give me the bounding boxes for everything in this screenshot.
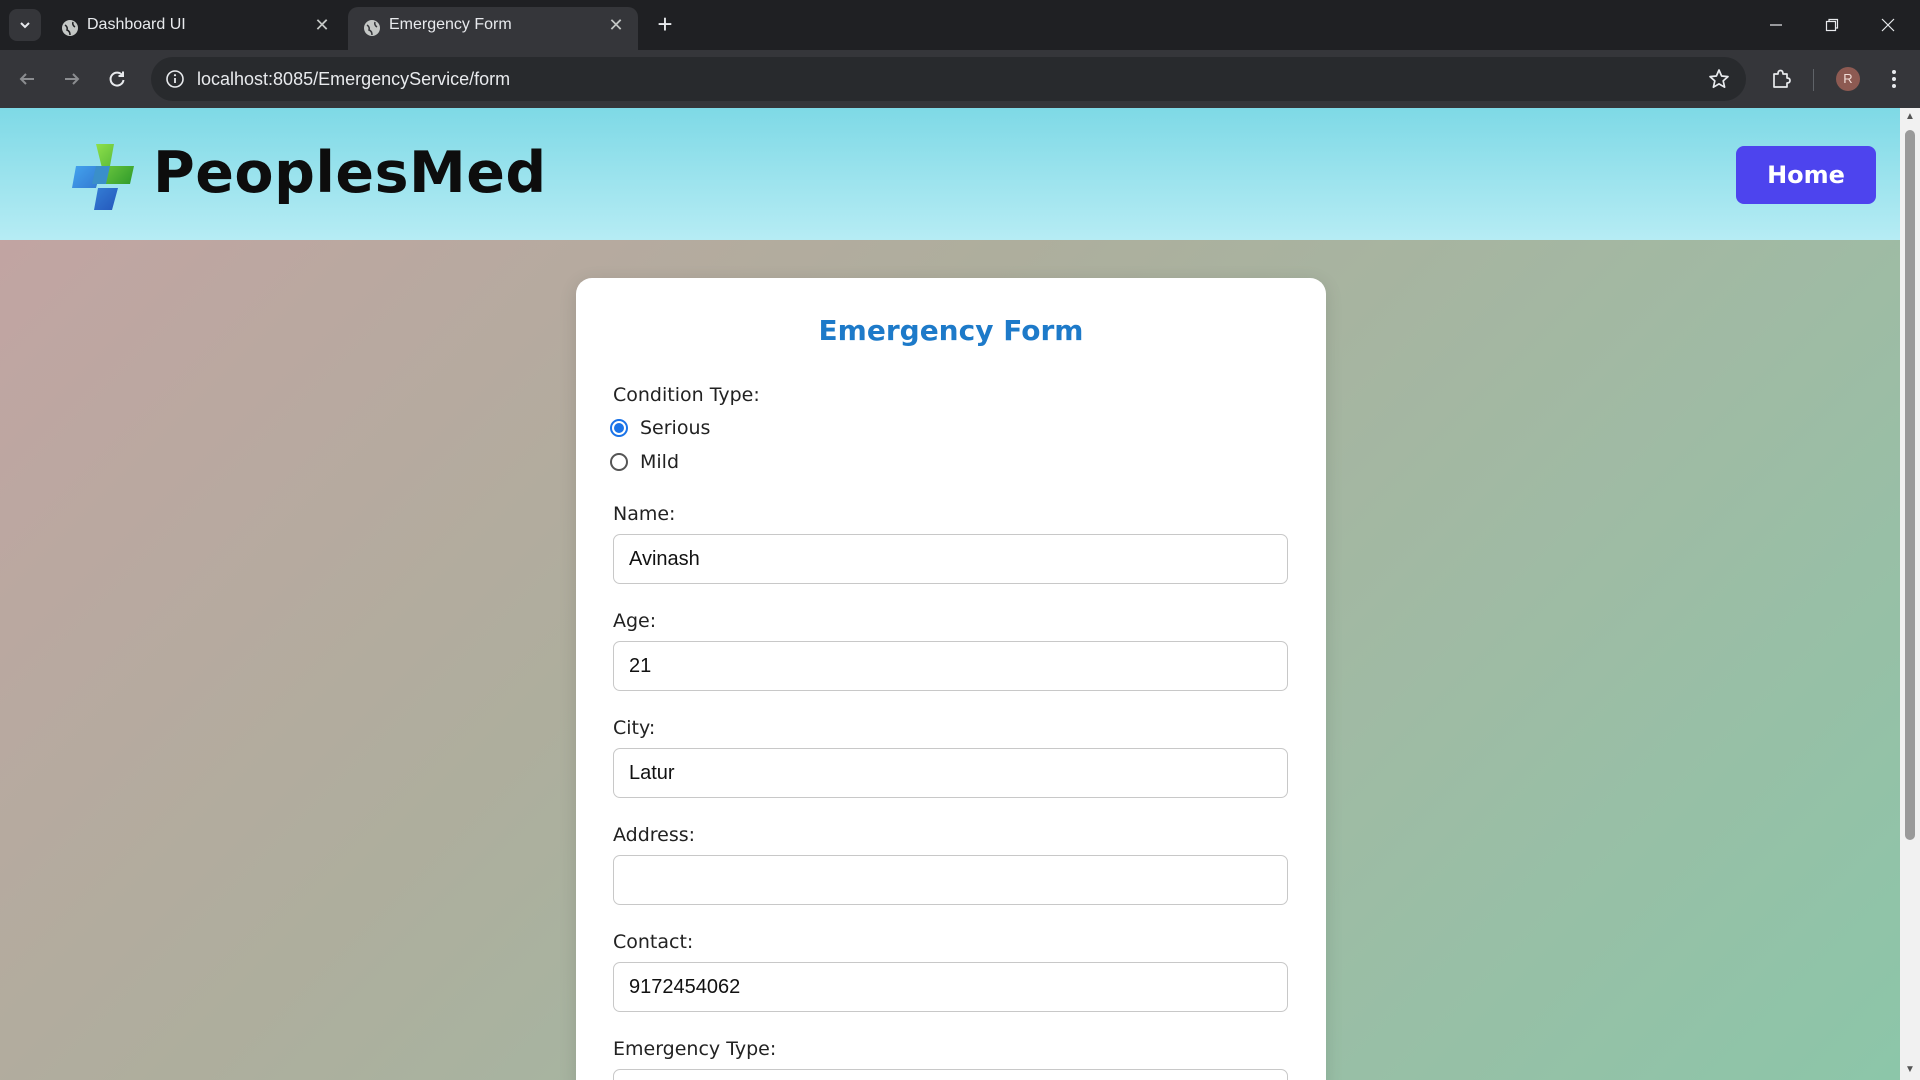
- condition-type-label: Condition Type:: [613, 384, 760, 406]
- forward-button[interactable]: [55, 62, 89, 96]
- close-icon: [1881, 18, 1895, 32]
- arrow-left-icon: [19, 73, 34, 85]
- reload-icon: [109, 71, 125, 87]
- scrollbar-thumb[interactable]: [1905, 130, 1915, 840]
- bookmark-star-icon[interactable]: [1708, 68, 1730, 90]
- condition-option-mild[interactable]: Mild: [610, 450, 679, 474]
- radio-label-serious: Serious: [640, 417, 711, 439]
- chevron-down-icon: [20, 22, 30, 29]
- tab-title: Emergency Form: [389, 16, 512, 33]
- age-input[interactable]: 21: [613, 641, 1288, 691]
- tab-search-button[interactable]: [9, 9, 41, 41]
- info-icon[interactable]: [165, 69, 185, 89]
- close-window-button[interactable]: [1860, 0, 1916, 50]
- city-input[interactable]: Latur: [613, 748, 1288, 798]
- minimize-button[interactable]: [1748, 0, 1804, 50]
- age-label: Age:: [613, 610, 657, 632]
- restore-icon: [1825, 18, 1839, 32]
- extensions-button[interactable]: [1766, 64, 1796, 94]
- toolbar-separator: [1813, 69, 1814, 91]
- restore-button[interactable]: [1804, 0, 1860, 50]
- contact-input[interactable]: 9172454062: [613, 962, 1288, 1012]
- page-scrollbar[interactable]: ▲ ▼: [1900, 108, 1920, 1080]
- new-tab-button[interactable]: +: [652, 11, 678, 38]
- tab-dashboard-ui[interactable]: Dashboard UI ✕: [46, 7, 344, 50]
- scroll-down-arrow-icon[interactable]: ▼: [1904, 1064, 1916, 1076]
- home-button[interactable]: Home: [1736, 146, 1876, 204]
- name-input[interactable]: Avinash: [613, 534, 1288, 584]
- close-icon[interactable]: ✕: [312, 15, 332, 35]
- scroll-up-arrow-icon[interactable]: ▲: [1904, 111, 1916, 123]
- address-bar[interactable]: localhost:8085/EmergencyService/form: [151, 57, 1746, 101]
- globe-icon: [62, 20, 78, 36]
- emergency-type-select[interactable]: [613, 1069, 1288, 1080]
- page-viewport: PeoplesMed Home Emergency Form Condition…: [0, 108, 1900, 1080]
- profile-avatar[interactable]: R: [1836, 67, 1860, 91]
- puzzle-icon: [1773, 69, 1791, 88]
- radio-serious[interactable]: [610, 419, 628, 437]
- menu-button[interactable]: [1879, 64, 1909, 94]
- brand-name: PeoplesMed: [153, 140, 547, 206]
- browser-toolbar: localhost:8085/EmergencyService/form: [0, 50, 1920, 108]
- address-input[interactable]: [613, 855, 1288, 905]
- site-header: PeoplesMed Home: [0, 108, 1900, 240]
- condition-option-serious[interactable]: Serious: [610, 416, 710, 440]
- arrow-right-icon: [65, 73, 80, 85]
- close-icon[interactable]: ✕: [606, 15, 626, 35]
- kebab-menu-icon: [1892, 70, 1896, 88]
- tab-emergency-form[interactable]: Emergency Form ✕: [348, 7, 638, 50]
- emergency-form-card: Emergency Form Condition Type: Serious M…: [576, 278, 1326, 1080]
- radio-mild[interactable]: [610, 453, 628, 471]
- city-label: City:: [613, 717, 656, 739]
- address-label: Address:: [613, 824, 696, 846]
- globe-icon: [364, 20, 380, 36]
- url-text: localhost:8085/EmergencyService/form: [197, 69, 511, 89]
- radio-label-mild: Mild: [640, 451, 680, 473]
- minimize-icon: [1770, 24, 1782, 26]
- name-label: Name:: [613, 503, 676, 525]
- contact-label: Contact:: [613, 931, 694, 953]
- form-title: Emergency Form: [818, 314, 1084, 347]
- tab-title: Dashboard UI: [87, 16, 186, 33]
- emergency-type-label: Emergency Type:: [613, 1038, 777, 1060]
- reload-button[interactable]: [100, 62, 134, 96]
- tab-strip: Dashboard UI ✕ Emergency Form ✕ +: [0, 0, 1920, 50]
- medical-cross-logo-icon: [72, 144, 134, 210]
- back-button[interactable]: [10, 62, 44, 96]
